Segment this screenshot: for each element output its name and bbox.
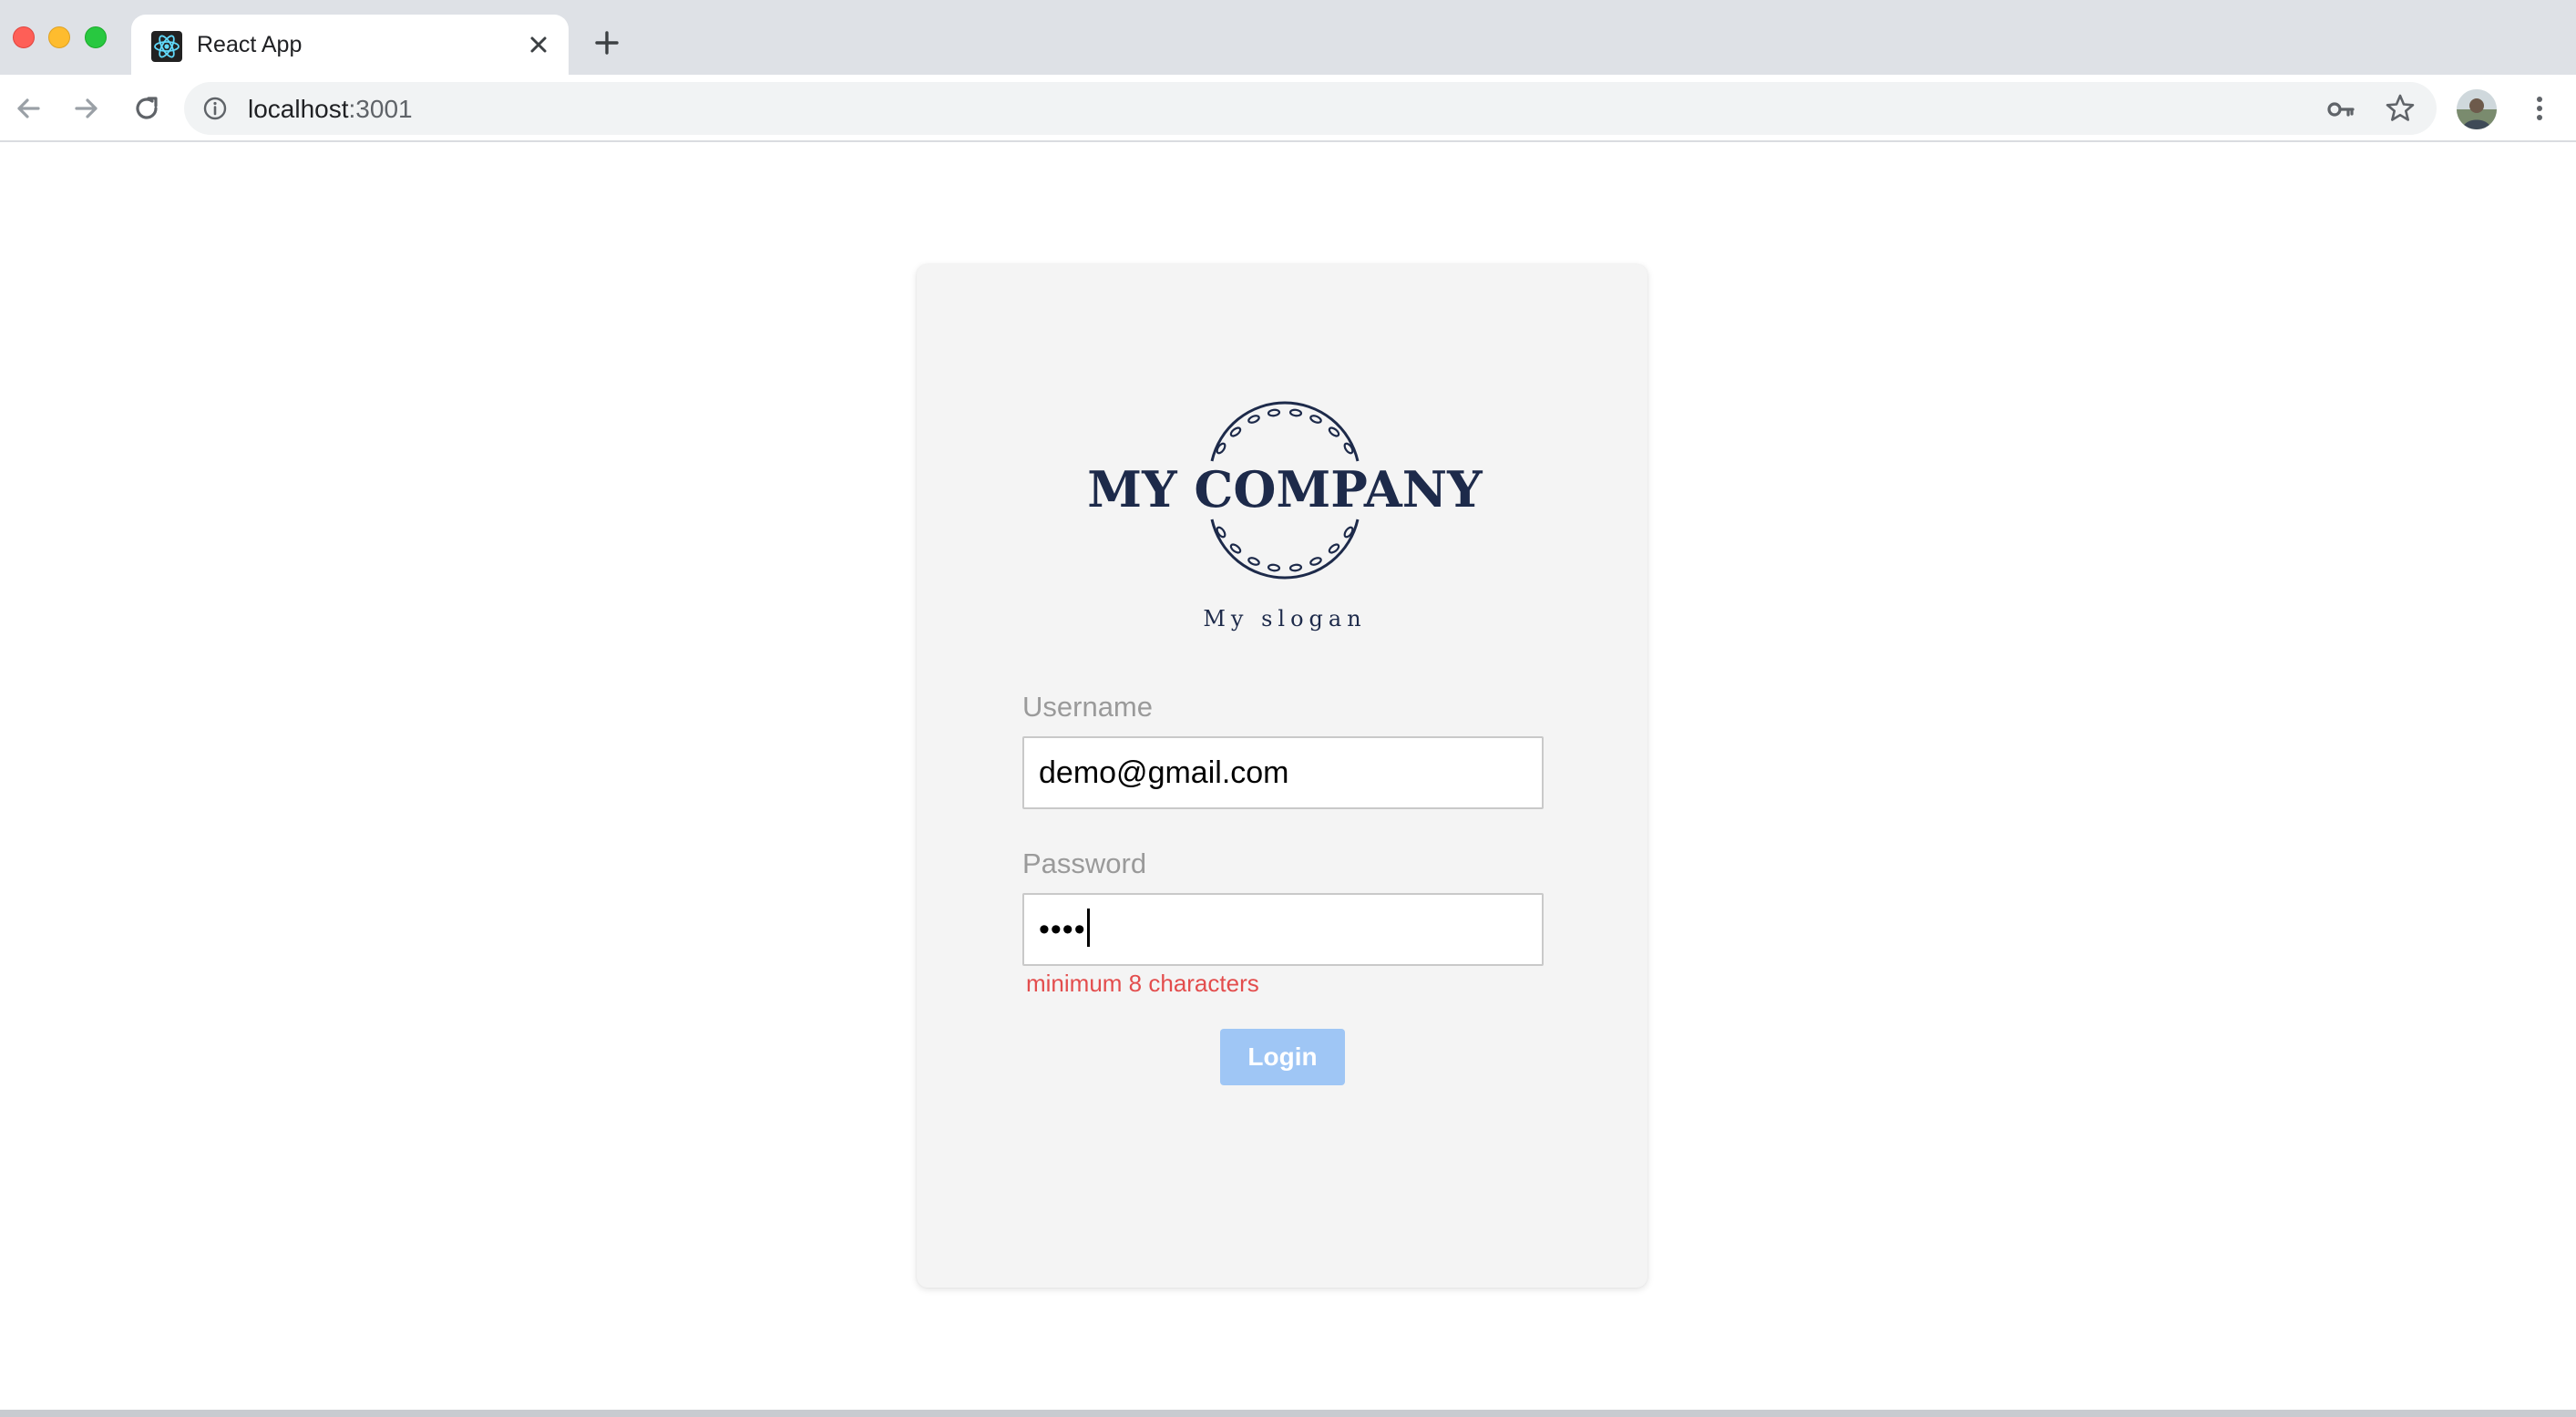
- password-input[interactable]: ••••: [1022, 893, 1544, 966]
- url-text[interactable]: localhost:3001: [248, 96, 413, 123]
- react-logo-icon: [151, 31, 182, 62]
- avatar-image: [2457, 89, 2497, 129]
- url-port: :3001: [348, 95, 413, 123]
- logo-text: MY COMPANY: [1087, 460, 1483, 519]
- login-button[interactable]: Login: [1220, 1029, 1345, 1085]
- browser-tab-strip: React App: [0, 0, 2576, 75]
- tab-title: React App: [197, 32, 303, 57]
- forward-arrow-icon[interactable]: [69, 91, 104, 126]
- password-value: ••••: [1039, 912, 1086, 947]
- password-error-message: minimum 8 characters: [1026, 970, 1259, 997]
- key-icon[interactable]: [2325, 94, 2356, 125]
- close-window-button[interactable]: [13, 26, 35, 48]
- plus-icon[interactable]: [590, 26, 623, 59]
- browser-toolbar: localhost:3001: [0, 75, 2576, 142]
- browser-tab[interactable]: React App: [131, 15, 569, 75]
- close-icon[interactable]: [523, 29, 554, 60]
- address-bar[interactable]: localhost:3001: [184, 82, 2437, 135]
- company-logo: MY COMPANY: [1087, 401, 1483, 580]
- window-bottom-edge: [0, 1410, 2576, 1417]
- username-label: Username: [1022, 691, 1153, 723]
- maximize-window-button[interactable]: [85, 26, 107, 48]
- username-value: demo@gmail.com: [1039, 755, 1289, 790]
- more-vert-icon[interactable]: [2522, 91, 2557, 126]
- username-input[interactable]: demo@gmail.com: [1022, 736, 1544, 809]
- reload-icon[interactable]: [129, 91, 164, 126]
- avatar[interactable]: [2457, 89, 2497, 129]
- back-arrow-icon[interactable]: [11, 91, 46, 126]
- star-icon[interactable]: [2384, 92, 2417, 125]
- password-label: Password: [1022, 847, 1147, 879]
- slogan: My slogan: [1203, 606, 1367, 631]
- info-icon[interactable]: [202, 96, 228, 121]
- text-caret: [1086, 909, 1090, 948]
- minimize-window-button[interactable]: [48, 26, 70, 48]
- url-host: localhost: [248, 95, 349, 123]
